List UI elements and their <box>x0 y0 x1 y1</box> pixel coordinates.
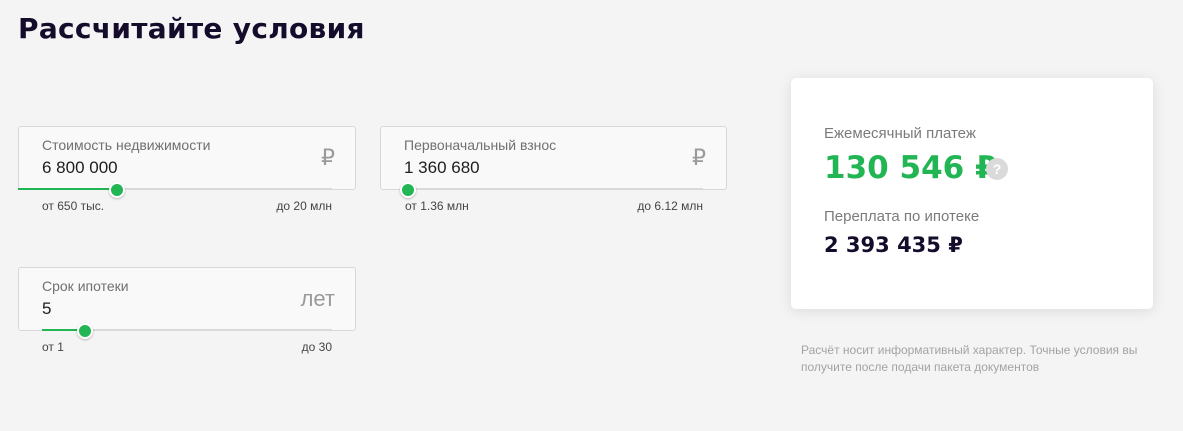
ruble-unit-icon: ₽ <box>692 145 706 170</box>
down-payment-min-label: от 1.36 млн <box>405 199 469 213</box>
monthly-payment-label: Ежемесячный платеж <box>824 125 976 142</box>
down-payment-input[interactable]: 1 360 680 <box>404 158 654 178</box>
price-max-label: до 20 млн <box>276 199 332 213</box>
term-slider[interactable] <box>42 323 332 339</box>
price-min-label: от 650 тыс. <box>42 199 105 213</box>
monthly-payment-value: 130 546 ₽ <box>824 150 997 186</box>
price-input[interactable]: 6 800 000 <box>42 158 292 178</box>
page-title: Рассчитайте условия <box>18 12 365 45</box>
down-payment-slider[interactable] <box>400 182 703 198</box>
overpay-value: 2 393 435 ₽ <box>824 233 963 257</box>
term-input[interactable]: 5 <box>42 299 292 319</box>
result-card: Ежемесячный платеж 130 546 ₽ ? Переплата… <box>791 78 1153 309</box>
price-field-label: Стоимость недвижимости <box>42 137 211 153</box>
term-min-label: от 1 <box>42 340 64 354</box>
price-slider-fill <box>18 188 115 190</box>
price-slider-thumb[interactable] <box>109 182 125 198</box>
term-unit-label: лет <box>300 286 335 311</box>
ruble-unit-icon: ₽ <box>321 145 335 170</box>
down-payment-field[interactable]: Первоначальный взнос 1 360 680 ₽ <box>380 126 727 190</box>
down-payment-slider-thumb[interactable] <box>400 182 416 198</box>
down-payment-field-label: Первоначальный взнос <box>404 137 557 153</box>
overpay-label: Переплата по ипотеке <box>824 208 980 225</box>
term-max-label: до 30 <box>301 340 332 354</box>
help-icon[interactable]: ? <box>986 158 1008 180</box>
term-slider-thumb[interactable] <box>77 323 93 339</box>
price-field[interactable]: Стоимость недвижимости 6 800 000 ₽ <box>18 126 356 190</box>
down-payment-max-label: до 6.12 млн <box>637 199 703 213</box>
term-field-label: Срок ипотеки <box>42 278 129 294</box>
price-slider[interactable] <box>18 182 332 198</box>
disclaimer-text: Расчёт носит информативный характер. Точ… <box>801 343 1138 374</box>
term-field[interactable]: Срок ипотеки 5 лет <box>18 267 356 331</box>
